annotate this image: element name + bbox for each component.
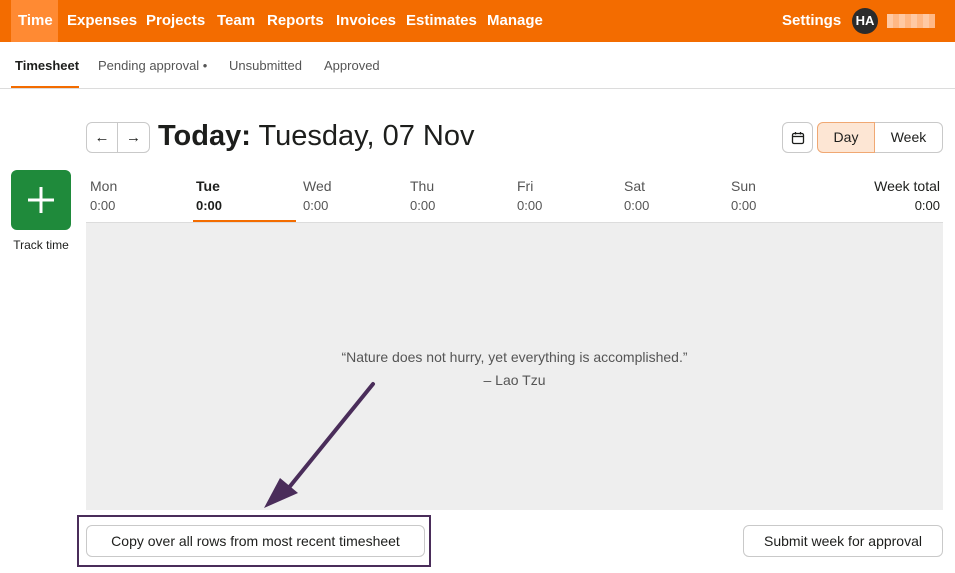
day-time: 0:00 [731,198,757,213]
day-time: 0:00 [624,198,650,213]
empty-state-quote: “Nature does not hurry, yet everything i… [86,346,943,392]
day-fri[interactable]: Fri 0:00 [517,178,617,214]
nav-estimates[interactable]: Estimates [406,0,477,42]
day-time: 0:00 [517,198,543,213]
page-title-prefix: Today: [158,120,251,152]
submit-week-button[interactable]: Submit week for approval [743,525,943,557]
empty-timesheet-area: “Nature does not hurry, yet everything i… [86,222,943,510]
copy-rows-button[interactable]: Copy over all rows from most recent time… [86,525,425,557]
arrow-left-icon: ← [94,129,110,146]
nav-invoices[interactable]: Invoices [336,0,396,42]
tab-approved[interactable]: Approved [324,42,380,88]
active-tab-underline [11,86,79,88]
week-total: Week total 0:00 [830,178,940,214]
top-nav: Time Expenses Projects Team Reports Invo… [0,0,955,42]
redacted-user-name[interactable] [887,14,935,28]
day-wed[interactable]: Wed 0:00 [303,178,403,214]
tab-pending-approval[interactable]: Pending approval • [98,42,207,88]
day-name: Sun [731,178,756,194]
calendar-icon [791,131,804,144]
date-nav-arrows: ← → [86,122,150,153]
day-thu[interactable]: Thu 0:00 [410,178,510,214]
view-week-button[interactable]: Week [875,122,943,153]
track-time-label: Track time [13,238,69,252]
nav-team[interactable]: Team [217,0,255,42]
day-name: Fri [517,178,534,194]
nav-expenses[interactable]: Expenses [67,0,137,42]
calendar-button[interactable] [782,122,813,153]
nav-settings[interactable]: Settings [782,0,841,41]
day-tue[interactable]: Tue 0:00 [196,178,296,214]
view-toggle: Day Week [817,122,943,153]
day-name: Tue [196,178,220,194]
previous-day-button[interactable]: ← [87,123,119,152]
day-time: 0:00 [410,198,436,213]
nav-reports[interactable]: Reports [267,0,324,42]
week-total-time: 0:00 [914,198,940,213]
tab-unsubmitted[interactable]: Unsubmitted [229,42,302,88]
view-day-button[interactable]: Day [817,122,875,153]
day-name: Wed [303,178,332,194]
quote-author: – Lao Tzu [483,372,546,388]
day-sun[interactable]: Sun 0:00 [731,178,831,214]
day-name: Mon [90,178,118,194]
page-title-date: Tuesday, 07 Nov [258,120,475,152]
day-time: 0:00 [303,198,329,213]
day-time: 0:00 [196,198,223,213]
tab-timesheet[interactable]: Timesheet [15,42,79,88]
page-title: Today: Tuesday, 07 Nov [158,118,474,154]
track-time-button[interactable] [11,170,71,230]
arrow-right-icon: → [126,129,141,146]
plus-icon [28,187,54,213]
day-time: 0:00 [90,198,116,213]
nav-projects[interactable]: Projects [146,0,205,42]
day-mon[interactable]: Mon 0:00 [90,178,190,214]
user-avatar[interactable]: HA [852,8,878,34]
sub-nav: Timesheet Pending approval • Unsubmitted… [0,42,955,89]
week-total-label: Week total [874,178,940,194]
next-day-button[interactable]: → [118,123,149,152]
day-sat[interactable]: Sat 0:00 [624,178,724,214]
day-name: Sat [624,178,646,194]
nav-manage[interactable]: Manage [487,0,543,42]
day-name: Thu [410,178,435,194]
nav-time[interactable]: Time [18,0,53,42]
quote-text: “Nature does not hurry, yet everything i… [341,349,688,365]
